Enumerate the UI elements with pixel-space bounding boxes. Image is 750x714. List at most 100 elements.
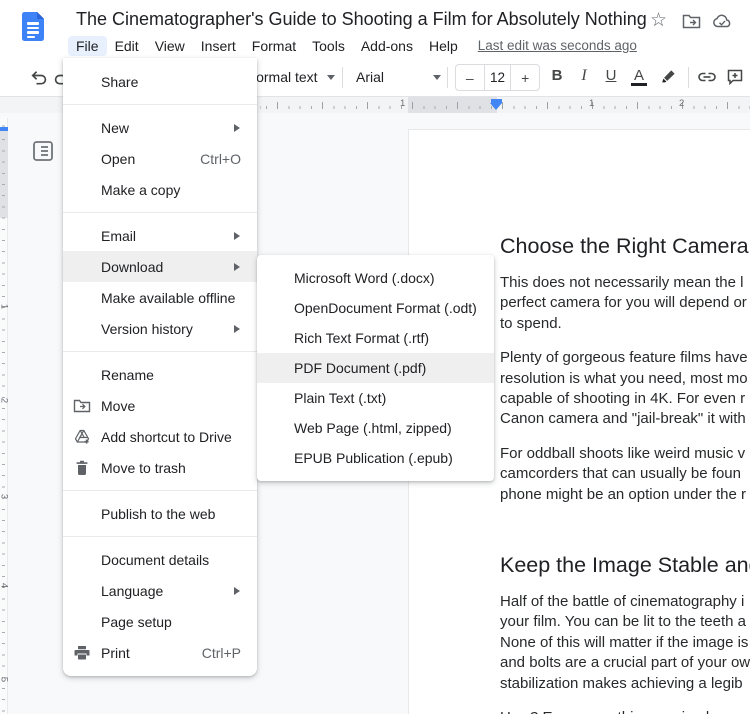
menu-item-version-history[interactable]: Version history [63, 313, 257, 344]
menubar-item-insert[interactable]: Insert [193, 36, 244, 56]
decrease-font-size-button[interactable]: – [456, 70, 484, 86]
vruler-number: 4 [0, 581, 10, 591]
document-outline-icon[interactable] [32, 140, 54, 162]
chevron-down-icon[interactable] [327, 75, 335, 80]
doc-heading: Choose the Right Camera [500, 234, 749, 258]
doc-line: For oddball shoots like weird music v [500, 444, 746, 462]
menu-item-print[interactable]: Print Ctrl+P [63, 637, 257, 668]
doc-heading: Keep the Image Stable and [500, 553, 750, 578]
printer-icon [73, 644, 91, 662]
star-icon[interactable]: ☆ [650, 9, 667, 31]
doc-line: capable of shooting in 4K. For even r [500, 390, 746, 408]
font-size-control: – 12 + [455, 64, 540, 91]
submenu-item-html[interactable]: Web Page (.html, zipped) [257, 413, 494, 443]
menu-item-move-to-trash[interactable]: Move to trash [63, 452, 257, 483]
menu-item-email[interactable]: Email [63, 220, 257, 251]
menu-item-add-shortcut-to-drive[interactable]: Add shortcut to Drive [63, 421, 257, 452]
menubar-item-format[interactable]: Format [244, 36, 304, 56]
submenu-arrow-icon [234, 262, 240, 271]
doc-line: your film. You can be lit to the teeth a [500, 613, 746, 631]
google-docs-logo-icon[interactable] [22, 12, 44, 41]
hruler-number: 1 [400, 98, 406, 109]
undo-icon[interactable] [29, 68, 48, 87]
submenu-item-odt[interactable]: OpenDocument Format (.odt) [257, 293, 494, 323]
submenu-arrow-icon [234, 231, 240, 240]
doc-paragraph: How? Even something as simple as [500, 708, 750, 714]
menu-item-share[interactable]: Share [63, 66, 257, 97]
submenu-arrow-icon [234, 324, 240, 333]
text-color-button[interactable]: A [631, 68, 647, 86]
highlighter-icon[interactable] [659, 67, 679, 87]
link-icon[interactable] [697, 69, 717, 85]
last-edit-link[interactable]: Last edit was seconds ago [478, 38, 637, 53]
menubar-item-tools[interactable]: Tools [304, 36, 353, 56]
menu-item-page-setup[interactable]: Page setup [63, 606, 257, 637]
menu-item-document-details[interactable]: Document details [63, 544, 257, 575]
doc-line: This does not necessarily mean the l [500, 274, 744, 291]
menubar-item-file[interactable]: File [68, 35, 107, 56]
menu-item-open[interactable]: Open Ctrl+O [63, 143, 257, 174]
menu-divider [63, 536, 257, 537]
cloud-saved-icon[interactable] [712, 13, 733, 30]
doc-line: phone might be an option under the r [500, 485, 747, 503]
submenu-item-docx[interactable]: Microsoft Word (.docx) [257, 263, 494, 293]
menubar-item-help[interactable]: Help [421, 36, 466, 56]
document-title[interactable]: The Cinematographer's Guide to Shooting … [76, 9, 647, 30]
italic-button[interactable]: I [573, 67, 595, 85]
doc-line: and bolts are a crucial part of your ow [500, 654, 750, 672]
doc-paragraph: For oddball shoots like weird music v ca… [500, 444, 750, 505]
submenu-item-epub[interactable]: EPUB Publication (.epub) [257, 443, 494, 473]
vruler-number: 1 [0, 302, 10, 312]
menu-divider [63, 351, 257, 352]
submenu-arrow-icon [234, 586, 240, 595]
chevron-down-icon[interactable] [433, 75, 441, 80]
menu-item-rename[interactable]: Rename [63, 359, 257, 390]
doc-line: Half of the battle of cinematography i [500, 593, 745, 611]
vertical-margin-marker[interactable] [0, 127, 8, 131]
vertical-ruler[interactable]: 1 2 3 4 5 [0, 118, 10, 714]
submenu-item-rtf[interactable]: Rich Text Format (.rtf) [257, 323, 494, 353]
font-selector[interactable]: Arial [356, 69, 384, 85]
menu-item-move[interactable]: Move [63, 390, 257, 421]
menu-item-new[interactable]: New [63, 112, 257, 143]
move-folder-icon[interactable] [682, 13, 701, 30]
menu-item-make-available-offline[interactable]: Make available offline [63, 282, 257, 313]
download-submenu: Microsoft Word (.docx) OpenDocument Form… [257, 255, 494, 481]
indent-marker[interactable] [490, 99, 503, 111]
submenu-item-pdf[interactable]: PDF Document (.pdf) [257, 353, 494, 383]
google-docs-window: Choose the Right Camera This does not ne… [0, 0, 750, 714]
hruler-number: 1 [589, 98, 595, 109]
doc-paragraph: Plenty of gorgeous feature films have re… [500, 348, 750, 430]
font-size-input[interactable]: 12 [483, 65, 512, 90]
menubar-item-edit[interactable]: Edit [107, 36, 147, 56]
doc-line: stabilization makes achieving a legib [500, 674, 743, 692]
doc-line: camcorders that can usually be foun [500, 465, 741, 483]
doc-paragraph: This does not necessarily mean the l per… [500, 273, 750, 334]
increase-font-size-button[interactable]: + [511, 70, 539, 86]
doc-line: Canon camera and "jail-break" it with [500, 410, 746, 428]
menu-item-language[interactable]: Language [63, 575, 257, 606]
vruler-number: 2 [0, 396, 10, 406]
menubar: File Edit View Insert Format Tools Add-o… [68, 34, 637, 57]
menu-item-download[interactable]: Download [63, 251, 257, 282]
vertical-ruler-ticks [2, 118, 5, 714]
hruler-ticks [260, 102, 750, 109]
submenu-arrow-icon [234, 123, 240, 132]
menu-divider [63, 104, 257, 105]
trash-icon [73, 459, 91, 477]
menubar-item-view[interactable]: View [147, 36, 193, 56]
menu-item-publish-to-the-web[interactable]: Publish to the web [63, 498, 257, 529]
add-comment-icon[interactable] [726, 68, 744, 86]
bold-button[interactable]: B [546, 67, 568, 84]
doc-line: How? Even something as simple as [500, 708, 750, 714]
menu-item-make-a-copy[interactable]: Make a copy [63, 174, 257, 205]
menu-divider [63, 490, 257, 491]
doc-line: None of this will matter if the image is [500, 633, 749, 651]
doc-paragraph: Half of the battle of cinematography i y… [500, 592, 750, 694]
header: The Cinematographer's Guide to Shooting … [0, 0, 750, 58]
document-body: Choose the Right Camera This does not ne… [500, 233, 750, 714]
underline-button[interactable]: U [600, 67, 622, 84]
drive-shortcut-icon [73, 428, 91, 446]
submenu-item-txt[interactable]: Plain Text (.txt) [257, 383, 494, 413]
menubar-item-addons[interactable]: Add-ons [353, 36, 421, 56]
